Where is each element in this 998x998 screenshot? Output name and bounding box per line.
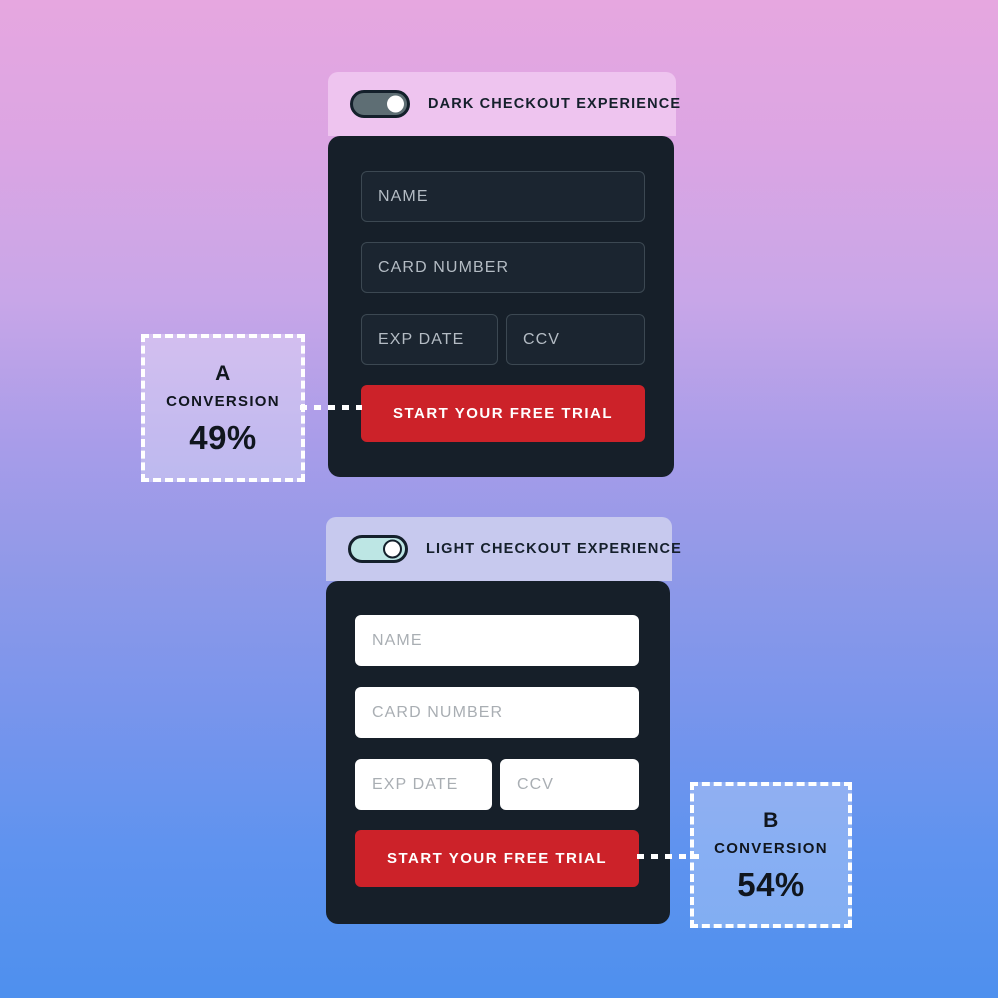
exp-date-field-placeholder: EXP DATE <box>372 775 459 793</box>
ccv-field-placeholder: CCV <box>523 330 561 348</box>
name-field[interactable]: NAME <box>355 615 639 666</box>
name-field-placeholder: NAME <box>372 631 423 649</box>
toggle-knob-icon <box>387 95 404 113</box>
variant-a-metric-label: CONVERSION <box>166 392 280 410</box>
ccv-field[interactable]: CCV <box>506 314 645 365</box>
variant-b-header-bar: LIGHT CHECKOUT EXPERIENCE <box>326 517 681 581</box>
variant-a-header-label: DARK CHECKOUT EXPERIENCE <box>428 96 682 112</box>
variant-b-checkout-card: NAME CARD NUMBER EXP DATE CCV START YOUR… <box>326 581 670 924</box>
variant-a-conversion-badge: A CONVERSION 49% <box>141 334 305 482</box>
dark-mode-toggle[interactable] <box>350 90 410 118</box>
start-free-trial-button[interactable]: START YOUR FREE TRIAL <box>355 830 639 887</box>
name-field[interactable]: NAME <box>361 171 645 222</box>
variant-b-label: B <box>763 808 779 832</box>
card-number-field[interactable]: CARD NUMBER <box>361 242 645 293</box>
variant-a-label: A <box>215 361 231 385</box>
ccv-field[interactable]: CCV <box>500 759 639 810</box>
ccv-field-placeholder: CCV <box>517 775 555 793</box>
start-free-trial-button[interactable]: START YOUR FREE TRIAL <box>361 385 645 442</box>
exp-date-field[interactable]: EXP DATE <box>361 314 498 365</box>
exp-date-field[interactable]: EXP DATE <box>355 759 492 810</box>
card-number-field-placeholder: CARD NUMBER <box>372 703 504 721</box>
variant-b-header-label: LIGHT CHECKOUT EXPERIENCE <box>426 541 682 557</box>
ab-test-comparison-canvas: DARK CHECKOUT EXPERIENCE NAME CARD NUMBE… <box>0 0 998 998</box>
card-number-field[interactable]: CARD NUMBER <box>355 687 639 738</box>
variant-b-conversion-value: 54% <box>737 865 805 903</box>
variant-a-checkout-card: NAME CARD NUMBER EXP DATE CCV START YOUR… <box>328 136 674 477</box>
name-field-placeholder: NAME <box>378 187 429 205</box>
variant-b-conversion-badge: B CONVERSION 54% <box>690 782 852 928</box>
variant-b-metric-label: CONVERSION <box>714 839 828 857</box>
exp-date-field-placeholder: EXP DATE <box>378 330 465 348</box>
card-number-field-placeholder: CARD NUMBER <box>378 258 510 276</box>
variant-a-conversion-value: 49% <box>189 418 257 456</box>
variant-a-header-bar: DARK CHECKOUT EXPERIENCE <box>328 72 680 136</box>
light-mode-toggle[interactable] <box>348 535 408 563</box>
variant-a-connector-line <box>300 405 362 410</box>
toggle-knob-icon <box>383 539 402 559</box>
